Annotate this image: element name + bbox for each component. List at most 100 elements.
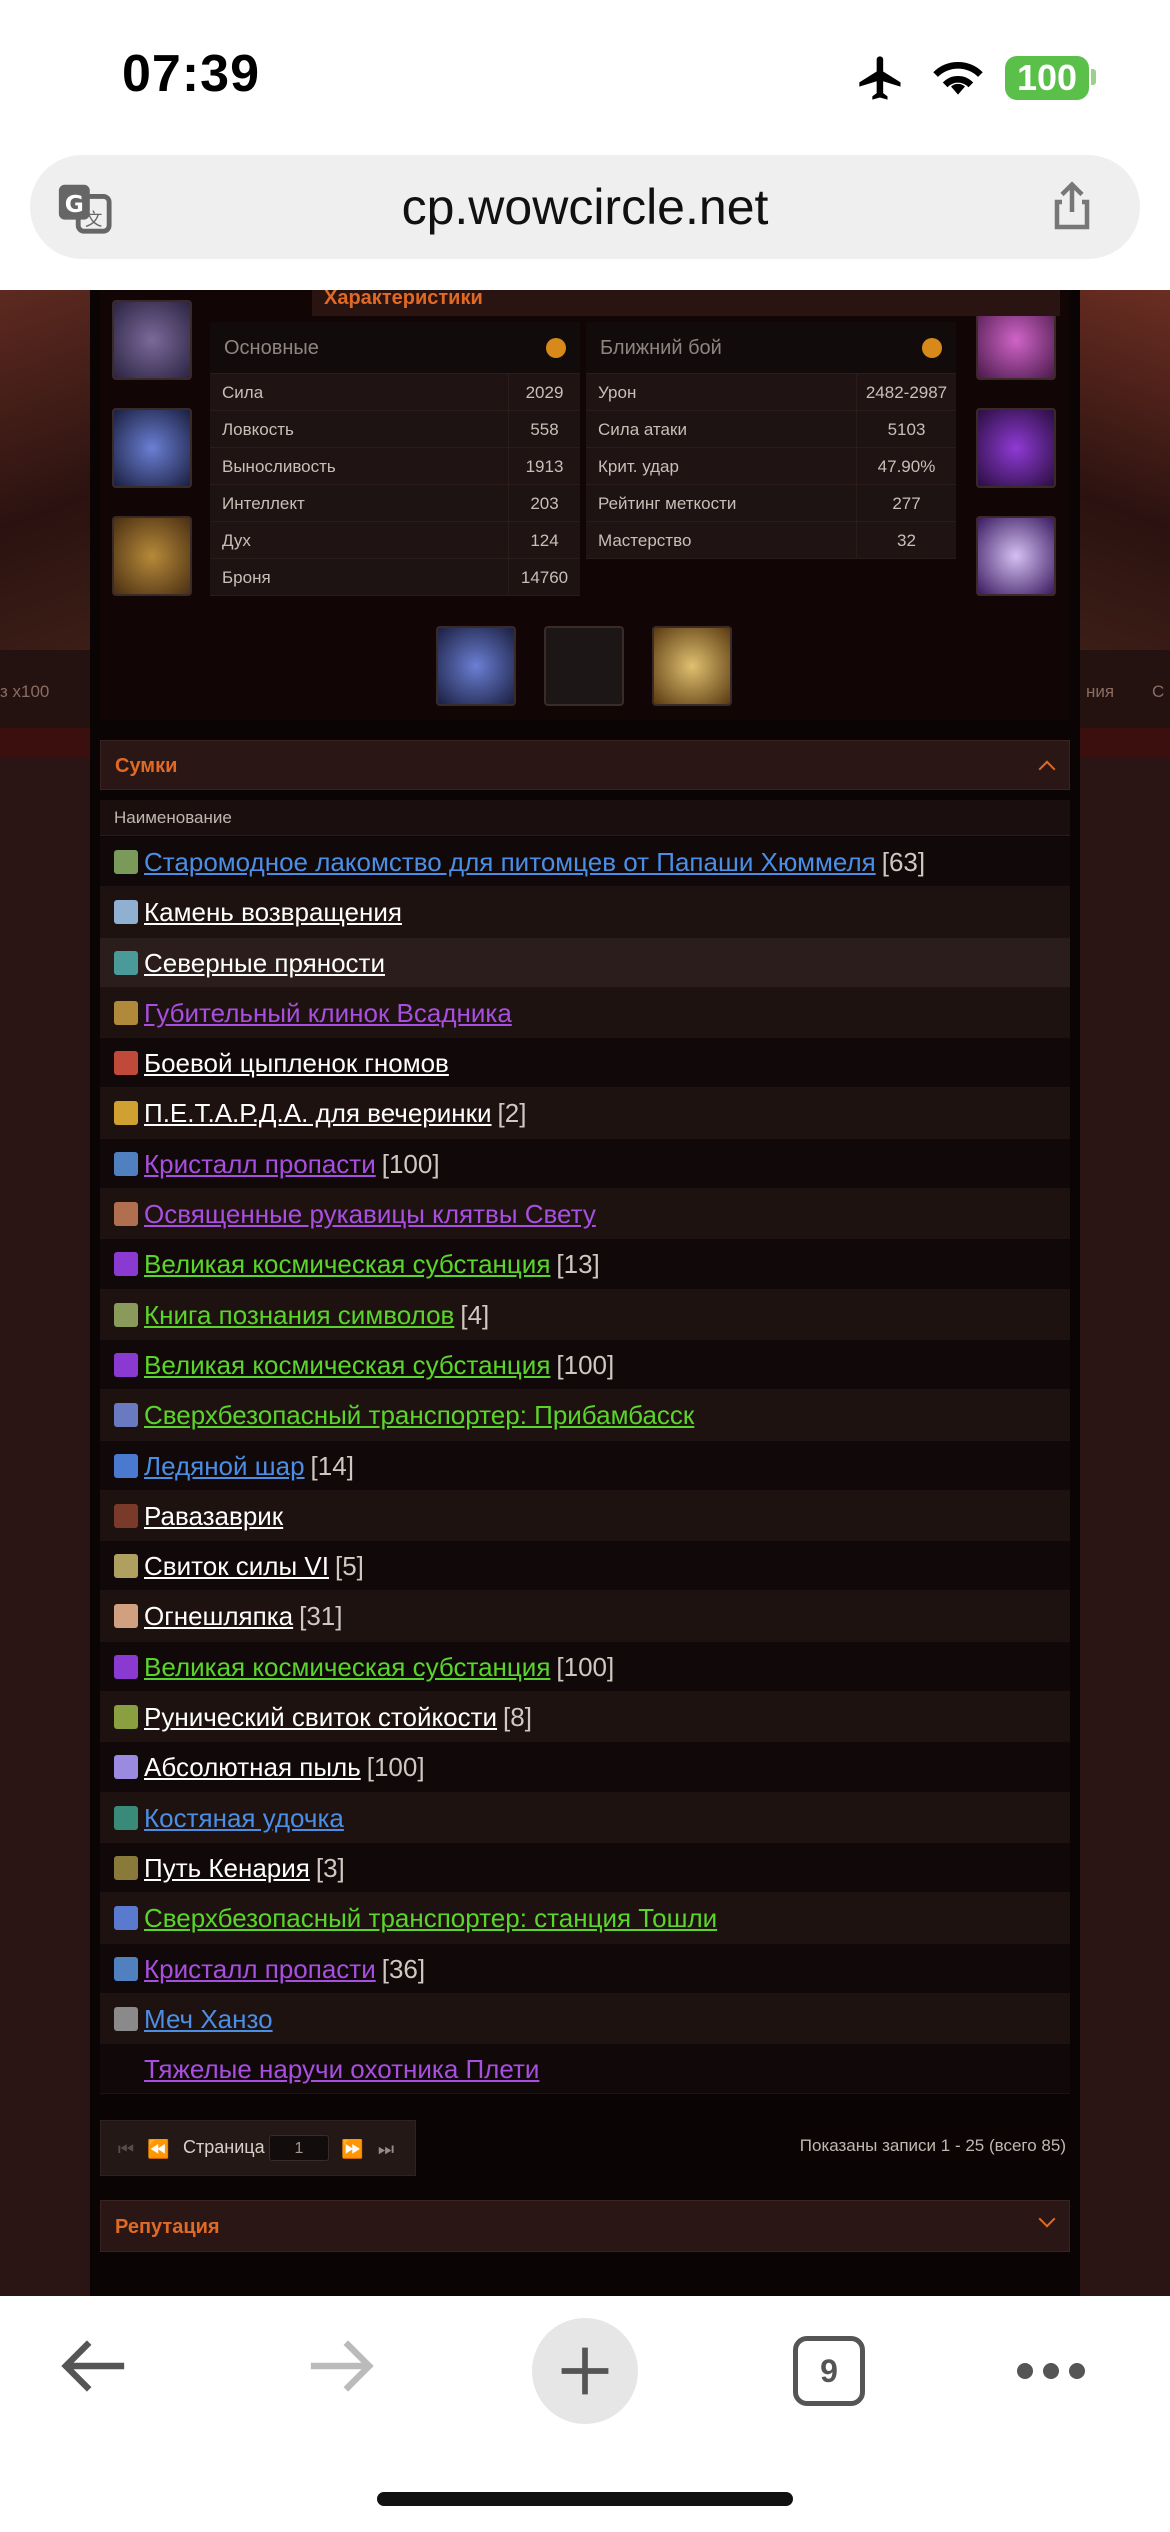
item-icon	[114, 1755, 138, 1780]
item-link[interactable]: Рунический свиток стойкости	[144, 1702, 497, 1732]
bag-item-row: Ледяной шар [14]	[100, 1440, 1070, 1491]
page-input[interactable]: 1	[269, 2135, 329, 2161]
stat-label: Дух	[222, 531, 251, 550]
bag-item-row: Боевой цыпленок гномов	[100, 1038, 1070, 1089]
equip-slot-chest[interactable]	[112, 408, 192, 488]
url-text: cp.wowcircle.net	[401, 179, 769, 235]
equip-slot-relic[interactable]	[652, 626, 732, 706]
item-quantity: [100]	[556, 1651, 615, 1682]
side-nav-right-2[interactable]: С	[1152, 682, 1164, 702]
status-bar: 07:39 100	[0, 0, 1170, 150]
item-icon	[114, 1906, 138, 1931]
item-link[interactable]: Путь Кенария	[144, 1853, 310, 1883]
item-icon	[114, 1805, 138, 1830]
item-quantity: [3]	[315, 1852, 345, 1883]
item-link[interactable]: Великая космическая субстанция	[144, 1249, 550, 1279]
item-link[interactable]: Равазаврик	[144, 1501, 283, 1531]
first-page-icon[interactable]: ⏮	[115, 2139, 137, 2159]
bag-item-row: Путь Кенария [3]	[100, 1842, 1070, 1894]
item-link[interactable]: Ледяной шар	[144, 1451, 305, 1481]
equip-slot-weapon[interactable]	[436, 626, 516, 706]
bags-section-header[interactable]: Сумки	[100, 740, 1070, 790]
item-link[interactable]: Сверхбезопасный транспортер: Прибамбасск	[144, 1400, 694, 1430]
bag-item-row: Великая космическая субстанция [13]	[100, 1239, 1070, 1290]
stats-primary-dropdown[interactable]: Основные	[210, 322, 580, 374]
last-page-icon[interactable]: ⏭	[375, 2139, 397, 2159]
equip-slot-mainhand[interactable]	[976, 408, 1056, 488]
item-link[interactable]: Старомодное лакомство для питомцев от Па…	[144, 847, 876, 877]
background-art-left	[0, 290, 100, 650]
item-link[interactable]: Северные пряности	[144, 948, 385, 978]
bag-item-row: Тяжелые наручи охотника Плети	[100, 2044, 1070, 2095]
stat-value: 1913	[508, 448, 580, 485]
item-icon	[114, 1604, 138, 1629]
stat-label: Интеллект	[222, 494, 305, 513]
equip-slot-offhand[interactable]	[976, 516, 1056, 596]
more-icon[interactable]	[1015, 2356, 1087, 2386]
stat-row: Выносливость 1913	[210, 448, 580, 485]
item-link[interactable]: Сверхбезопасный транспортер: станция Тош…	[144, 1903, 717, 1933]
item-icon	[114, 1151, 138, 1176]
prev-page-icon[interactable]: ⏪	[147, 2139, 169, 2159]
stats-primary-dropdown-label: Основные	[224, 337, 319, 359]
item-link[interactable]: Камень возвращения	[144, 897, 402, 927]
item-link[interactable]: Меч Ханзо	[144, 2004, 273, 2034]
item-quantity: [5]	[334, 1551, 364, 1582]
address-bar[interactable]: G 文 cp.wowcircle.net	[30, 155, 1140, 259]
tabs-button[interactable]: 9	[793, 2336, 865, 2406]
item-quantity: [100]	[381, 1148, 440, 1179]
item-icon	[114, 1000, 138, 1025]
side-nav-right[interactable]: ния	[1086, 682, 1114, 702]
item-link[interactable]: Тяжелые наручи охотника Плети	[144, 2054, 539, 2084]
bags-table-header: Наименование	[100, 800, 1070, 836]
chevron-down-icon	[1038, 2210, 1056, 2228]
item-quantity: [100]	[366, 1752, 425, 1783]
item-link[interactable]: П.Е.Т.А.Р.Д.А. для вечеринки	[144, 1098, 492, 1128]
clock: 07:39	[122, 45, 260, 103]
item-link[interactable]: Кристалл пропасти	[144, 1149, 376, 1179]
stat-value: 277	[856, 485, 956, 522]
item-link[interactable]: Свиток силы VI	[144, 1551, 329, 1581]
stat-value: 124	[508, 522, 580, 559]
stat-value: 203	[508, 485, 580, 522]
reputation-title: Репутация	[115, 2216, 220, 2238]
back-icon[interactable]	[60, 2336, 130, 2396]
item-link[interactable]: Великая космическая субстанция	[144, 1652, 550, 1682]
item-quantity: [8]	[503, 1702, 532, 1733]
item-link[interactable]: Огнешляпка	[144, 1601, 293, 1631]
item-link[interactable]: Абсолютная пыль	[144, 1752, 361, 1782]
bag-item-row: Губительный клинок Всадника	[100, 987, 1070, 1039]
stats-melee-dropdown[interactable]: Ближний бой	[586, 322, 956, 374]
stat-row: Дух 124	[210, 522, 580, 559]
item-quantity: [36]	[381, 1953, 426, 1984]
side-nav-left[interactable]: з x100	[0, 682, 49, 702]
item-quantity: [4]	[460, 1299, 490, 1330]
item-icon	[114, 1202, 138, 1227]
item-link[interactable]: Великая космическая субстанция	[144, 1350, 550, 1380]
background-art-right	[1070, 290, 1170, 650]
equip-slot-wrist[interactable]	[112, 516, 192, 596]
page-label: Страница	[183, 2137, 265, 2157]
airplane-icon	[859, 56, 901, 100]
item-link[interactable]: Боевой цыпленок гномов	[144, 1048, 449, 1078]
bag-item-row: Великая космическая субстанция [100]	[100, 1641, 1070, 1693]
bag-item-row: П.Е.Т.А.Р.Д.А. для вечеринки [2]	[100, 1088, 1070, 1139]
equip-slot-back[interactable]	[112, 300, 192, 380]
bag-item-row: Кристалл пропасти [100]	[100, 1138, 1070, 1190]
bag-item-row: Кристалл пропасти [36]	[100, 1943, 1070, 1994]
stat-label: Ловкость	[222, 420, 294, 439]
item-link[interactable]: Губительный клинок Всадника	[144, 998, 512, 1028]
forward-icon[interactable]	[305, 2336, 375, 2396]
item-link[interactable]: Освященные рукавицы клятвы Свету	[144, 1199, 596, 1229]
new-tab-button[interactable]	[532, 2318, 638, 2424]
stat-row: Мастерство 32	[586, 522, 956, 559]
records-summary: Показаны записи 1 - 25 (всего 85)	[799, 2136, 1066, 2155]
item-link[interactable]: Костяная удочка	[144, 1803, 344, 1833]
share-icon[interactable]	[1042, 177, 1102, 237]
equip-slot-shield[interactable]	[544, 626, 624, 706]
next-page-icon[interactable]: ⏩	[341, 2139, 363, 2159]
item-link[interactable]: Кристалл пропасти	[144, 1954, 376, 1984]
bag-item-row: Освященные рукавицы клятвы Свету	[100, 1189, 1070, 1240]
item-link[interactable]: Книга познания символов	[144, 1300, 454, 1330]
reputation-section-header[interactable]: Репутация	[100, 2200, 1070, 2252]
